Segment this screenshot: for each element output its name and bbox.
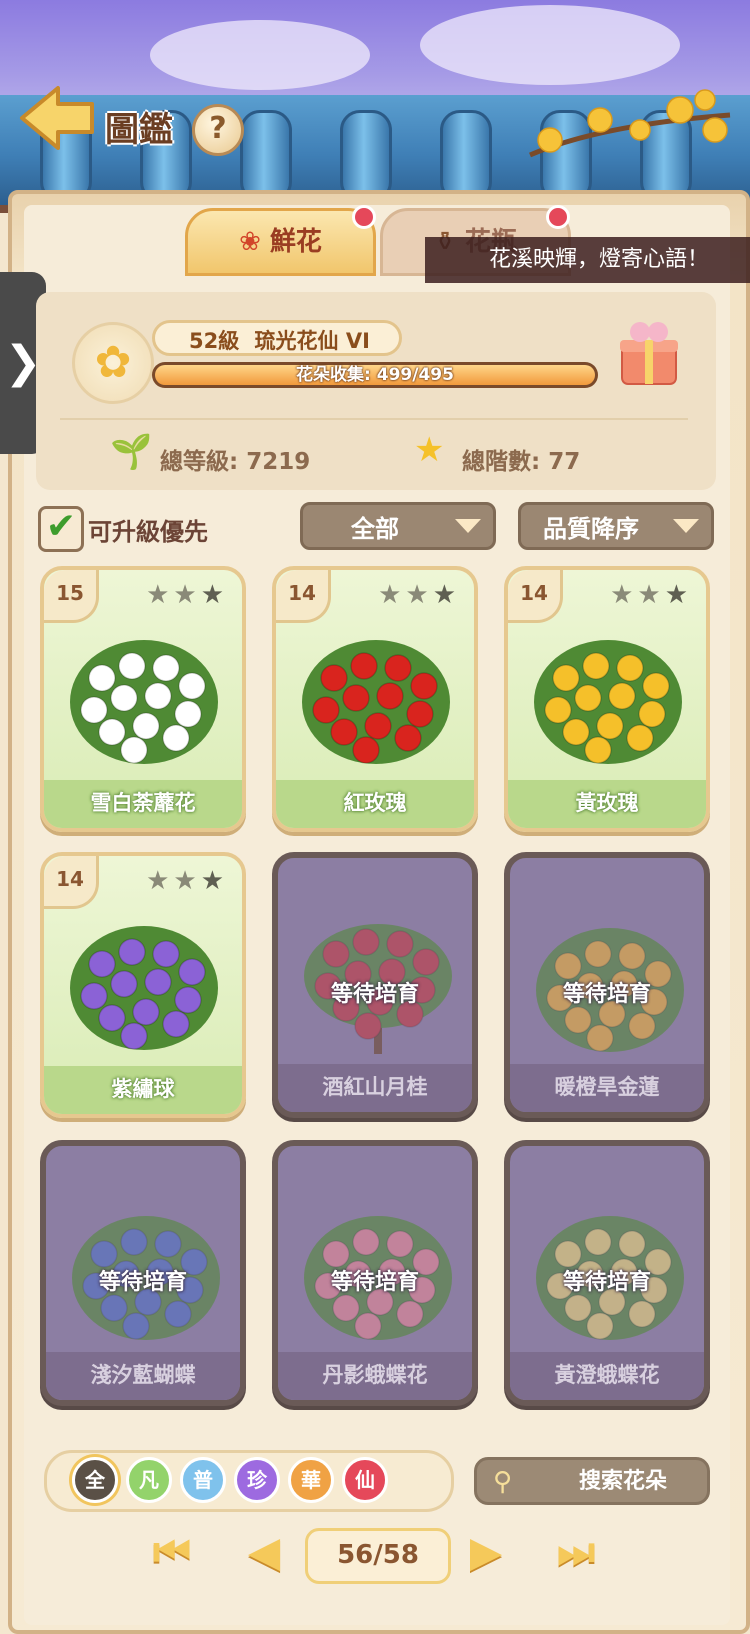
tab-label: 鮮花 <box>269 227 322 257</box>
player-level: 52級 <box>189 329 240 353</box>
search-label: 搜索花朵 <box>578 1469 667 1494</box>
waiting-label: 等待培育 <box>330 1270 419 1295</box>
flower-level-badge: 15 <box>44 570 99 623</box>
flower-name: 暖橙旱金蓮 <box>510 1064 704 1112</box>
waiting-label: 等待培育 <box>330 982 419 1007</box>
flower-name: 丹影蛾蝶花 <box>278 1352 472 1400</box>
notification-badge <box>352 205 376 229</box>
flower-level-badge: 14 <box>44 856 99 909</box>
category-value: 全部 <box>351 515 399 543</box>
first-page-button[interactable]: ⏮ <box>148 1528 196 1576</box>
rank-emblem-icon: ✿ <box>72 322 154 404</box>
back-button[interactable] <box>16 80 98 156</box>
category-dropdown[interactable]: 全部 <box>300 502 496 550</box>
rose-icon: ❀ <box>239 227 261 257</box>
page-indicator: 56/58 <box>305 1528 451 1584</box>
flower-card[interactable]: 等待培育 酒紅山月桂 <box>272 852 478 1118</box>
star-rating: ★★★ <box>610 580 692 610</box>
flower-name: 黃澄蛾蝶花 <box>510 1352 704 1400</box>
star-rating: ★★★ <box>146 866 228 896</box>
flower-level-badge: 14 <box>508 570 563 623</box>
flower-name: 紅玫瑰 <box>276 780 474 828</box>
sort-value: 品質降序 <box>543 515 639 543</box>
star-icon: ★ <box>414 430 445 470</box>
page-title: 圖鑑 <box>105 110 173 150</box>
roof-tile <box>440 110 492 202</box>
search-icon: ⚲ <box>493 1467 513 1497</box>
notification-badge <box>546 205 570 229</box>
flower-name: 酒紅山月桂 <box>278 1064 472 1112</box>
tab-flowers[interactable]: ❀ 鮮花 <box>185 208 376 276</box>
flower-name: 淺汐藍蝴蝶 <box>46 1352 240 1400</box>
marquee-banner: 花溪映輝，燈寄心語！ <box>425 237 750 283</box>
sort-dropdown[interactable]: 品質降序 <box>518 502 714 550</box>
upgrade-first-label: 可升級優先 <box>88 518 208 546</box>
flower-name: 紫繡球 <box>44 1066 242 1114</box>
gift-box-icon[interactable] <box>616 318 682 388</box>
roof-tile <box>240 110 292 202</box>
yellow-rose-bush-icon <box>534 640 682 764</box>
sprout-icon: 🌱 <box>110 432 153 472</box>
waiting-label: 等待培育 <box>98 1270 187 1295</box>
back-arrow-icon <box>20 86 94 150</box>
next-page-button[interactable]: ▶ <box>462 1528 510 1576</box>
divider <box>60 418 688 420</box>
rank-pill: 52級 琉光花仙 VI <box>152 320 402 356</box>
red-rose-bush-icon <box>302 640 450 764</box>
prev-page-button[interactable]: ◀ <box>240 1528 288 1576</box>
rarity-filter-chip[interactable]: 華 <box>288 1457 334 1503</box>
flower-card[interactable]: 15 ★★★ 雪白荼蘼花 <box>40 566 246 832</box>
total-level-stat: 總等級: 7219 <box>160 449 311 475</box>
last-page-button[interactable]: ⏭ <box>552 1528 600 1576</box>
flower-card[interactable]: 14 ★★★ 黃玫瑰 <box>504 566 710 832</box>
roof-tile <box>340 110 392 202</box>
search-button[interactable]: ⚲ 搜索花朵 <box>474 1457 710 1505</box>
rarity-filter-chip[interactable]: 珍 <box>234 1457 280 1503</box>
waiting-label: 等待培育 <box>562 982 651 1007</box>
upgrade-first-checkbox[interactable]: ✔ <box>38 506 84 552</box>
rarity-filter-chip[interactable]: 普 <box>180 1457 226 1503</box>
flower-card[interactable]: 14 ★★★ 紅玫瑰 <box>272 566 478 832</box>
chevron-down-icon <box>673 519 699 533</box>
flower-level-badge: 14 <box>276 570 331 623</box>
rank-title: 琉光花仙 VI <box>254 329 370 353</box>
cloud <box>150 20 370 90</box>
star-rating: ★★★ <box>146 580 228 610</box>
flower-name: 黃玫瑰 <box>508 780 706 828</box>
flower-card[interactable]: 14 ★★★ 紫繡球 <box>40 852 246 1118</box>
hydrangea-icon <box>70 926 218 1050</box>
rarity-filter-chip[interactable]: 凡 <box>126 1457 172 1503</box>
flower-name: 雪白荼蘼花 <box>44 780 242 828</box>
flower-card[interactable]: 等待培育 黃澄蛾蝶花 <box>504 1140 710 1406</box>
white-flower-bush-icon <box>70 640 218 764</box>
collection-progress-text: 花朵收集: 499/495 <box>296 365 454 385</box>
rarity-filter-chip[interactable]: 全 <box>72 1457 118 1503</box>
flower-card[interactable]: 等待培育 丹影蛾蝶花 <box>272 1140 478 1406</box>
total-stars-stat: 總階數: 77 <box>462 449 581 475</box>
rarity-filter-chip[interactable]: 仙 <box>342 1457 388 1503</box>
cloud <box>420 5 680 85</box>
flower-card[interactable]: 等待培育 暖橙旱金蓮 <box>504 852 710 1118</box>
plum-blossom-branch-icon <box>529 89 731 158</box>
star-rating: ★★★ <box>378 580 460 610</box>
flower-card[interactable]: 等待培育 淺汐藍蝴蝶 <box>40 1140 246 1406</box>
chevron-down-icon <box>455 519 481 533</box>
help-button[interactable]: ? <box>192 104 244 156</box>
waiting-label: 等待培育 <box>562 1270 651 1295</box>
